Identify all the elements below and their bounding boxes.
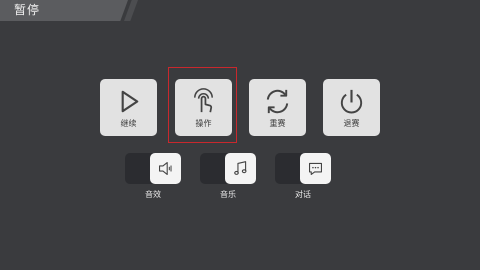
speaker-icon bbox=[158, 161, 172, 176]
music-label: 音乐 bbox=[220, 190, 236, 199]
resume-button-label: 继续 bbox=[120, 119, 137, 128]
dialogue-label: 对话 bbox=[295, 190, 311, 199]
restart-button-label: 重赛 bbox=[269, 119, 286, 128]
quit-button-label: 退赛 bbox=[343, 119, 360, 128]
music-toggle[interactable] bbox=[200, 153, 256, 184]
play-icon bbox=[121, 90, 139, 113]
sound-effects-label: 音效 bbox=[145, 190, 161, 199]
music-note-icon bbox=[234, 161, 247, 175]
dialogue-toggle[interactable] bbox=[275, 153, 331, 184]
chat-bubble-icon bbox=[308, 162, 323, 176]
toggle-knob bbox=[150, 153, 181, 184]
selection-highlight bbox=[168, 67, 237, 143]
restart-button[interactable]: 重赛 bbox=[249, 79, 306, 136]
power-icon bbox=[340, 89, 363, 114]
resume-button[interactable]: 继续 bbox=[100, 79, 157, 136]
sound-effects-toggle[interactable] bbox=[125, 153, 181, 184]
quit-button[interactable]: 退赛 bbox=[323, 79, 380, 136]
toggle-knob bbox=[225, 153, 256, 184]
restart-icon bbox=[266, 89, 289, 114]
page-title: 暂停 bbox=[14, 3, 41, 17]
toggle-knob bbox=[300, 153, 331, 184]
